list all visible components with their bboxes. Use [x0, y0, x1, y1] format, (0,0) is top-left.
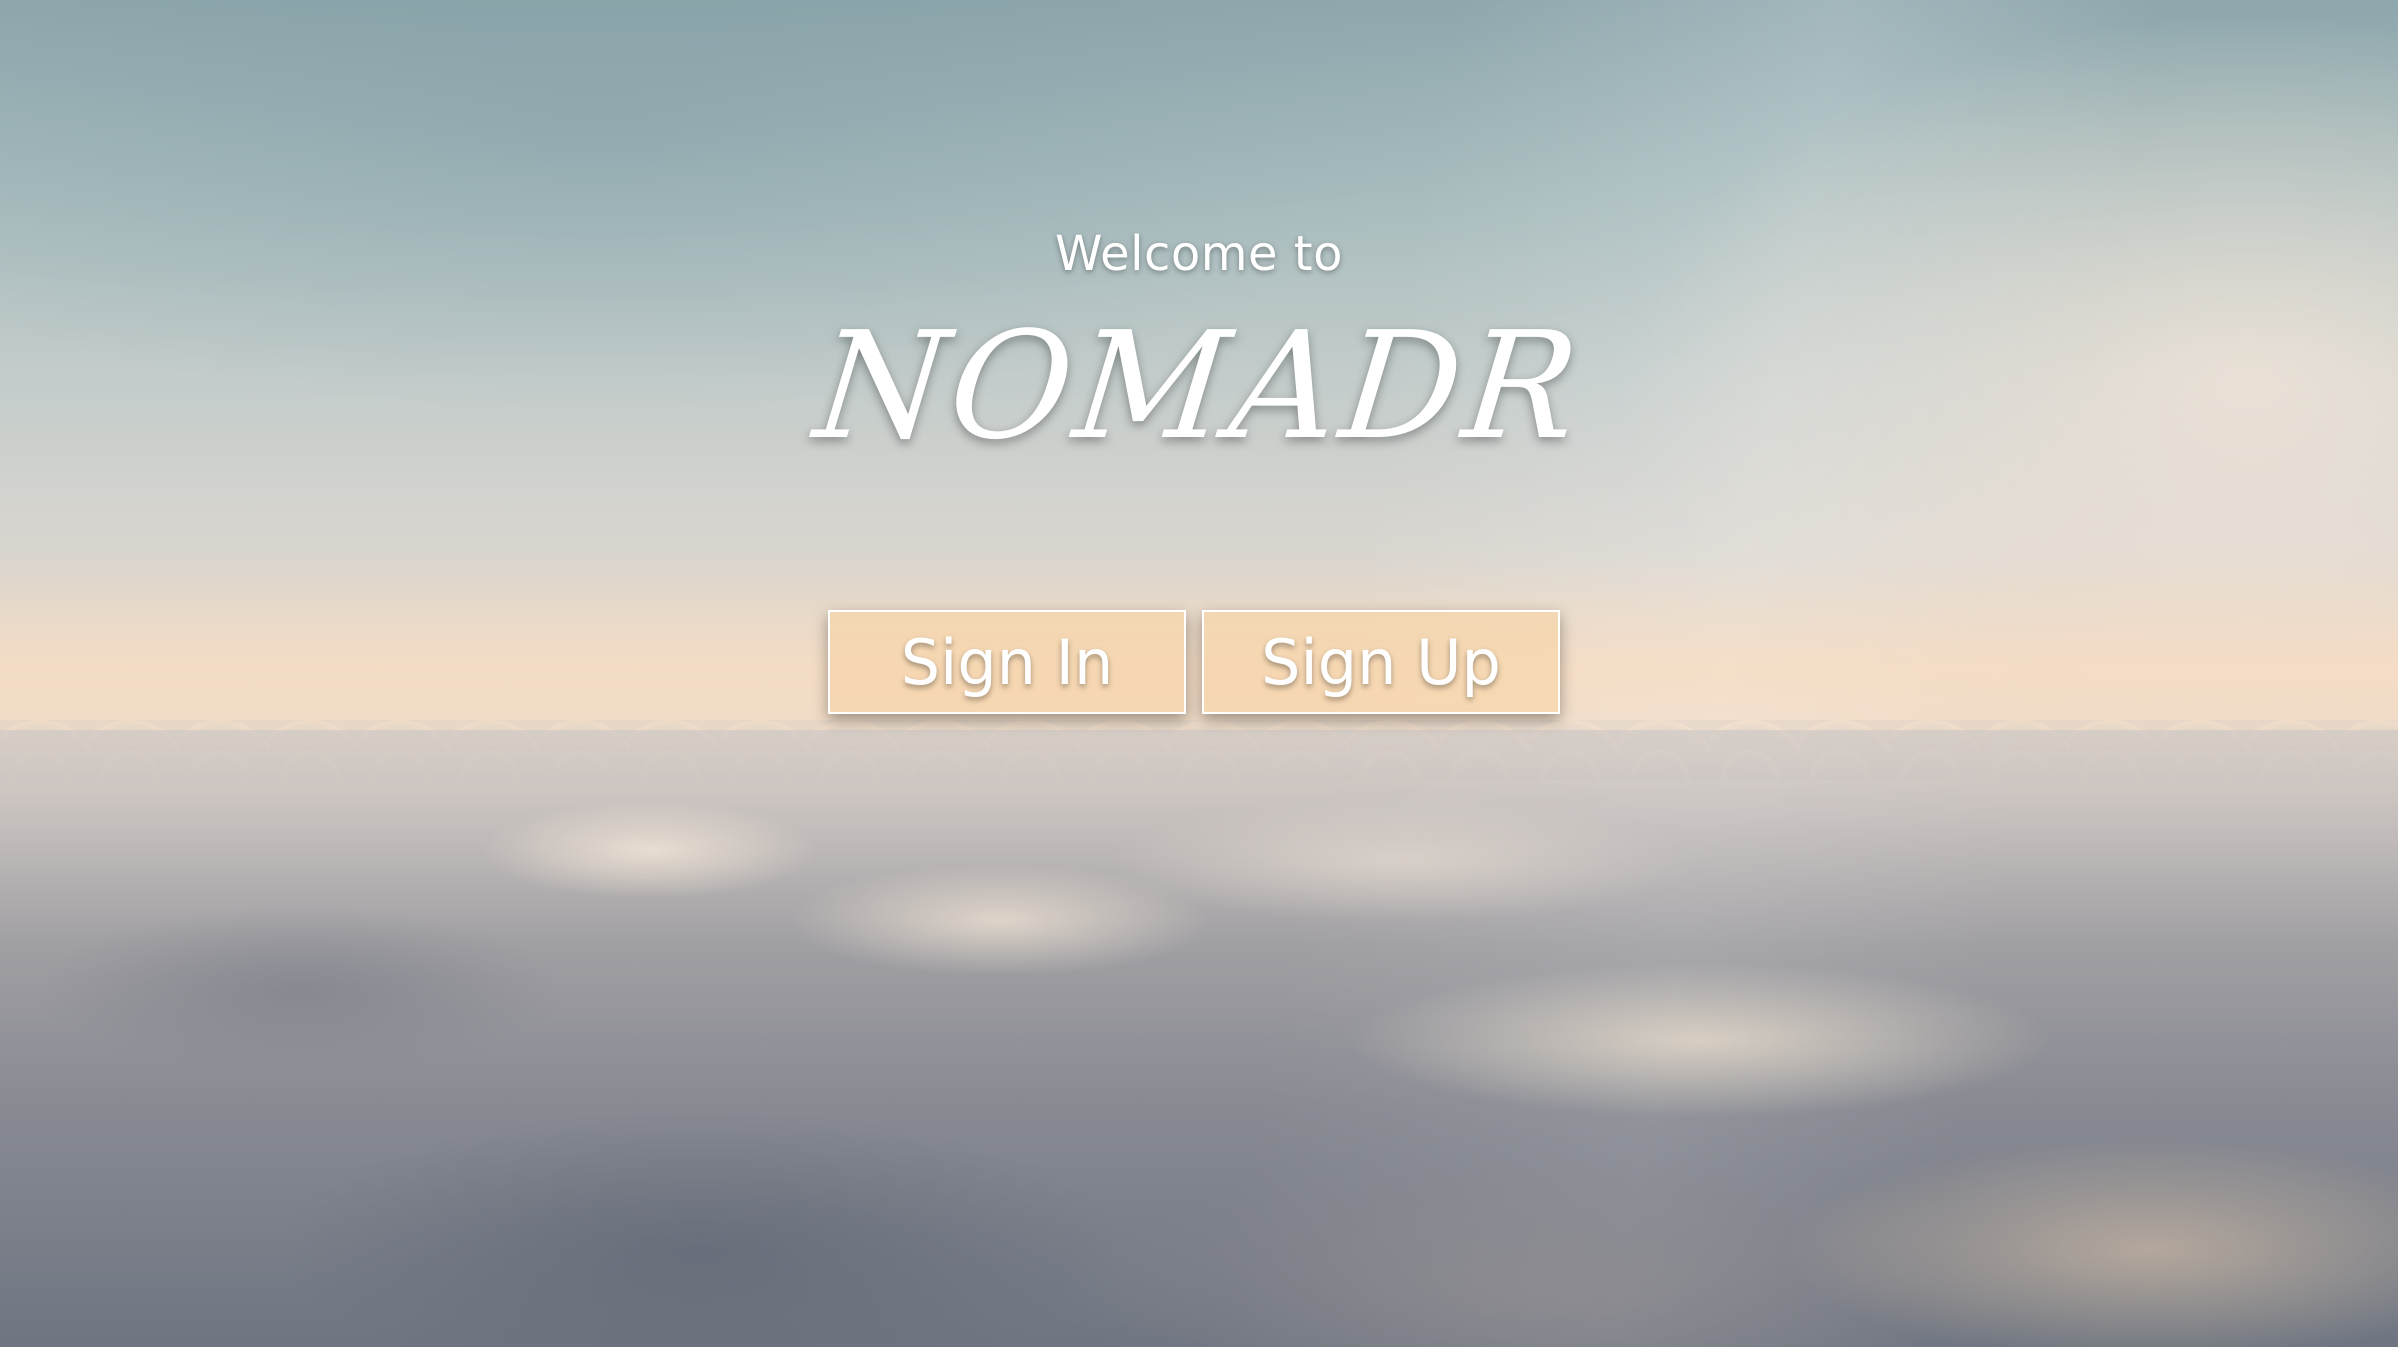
hero-content: Welcome to NOMADR Sign In Sign Up	[0, 0, 2398, 1347]
welcome-text: Welcome to	[1054, 226, 1343, 282]
landing-page: Welcome to NOMADR Sign In Sign Up	[0, 0, 2398, 1347]
brand-logo: NOMADR	[808, 300, 1590, 472]
sign-up-button[interactable]: Sign Up	[1202, 610, 1560, 714]
auth-buttons: Sign In Sign Up	[828, 610, 1568, 718]
sign-in-button[interactable]: Sign In	[828, 610, 1186, 714]
